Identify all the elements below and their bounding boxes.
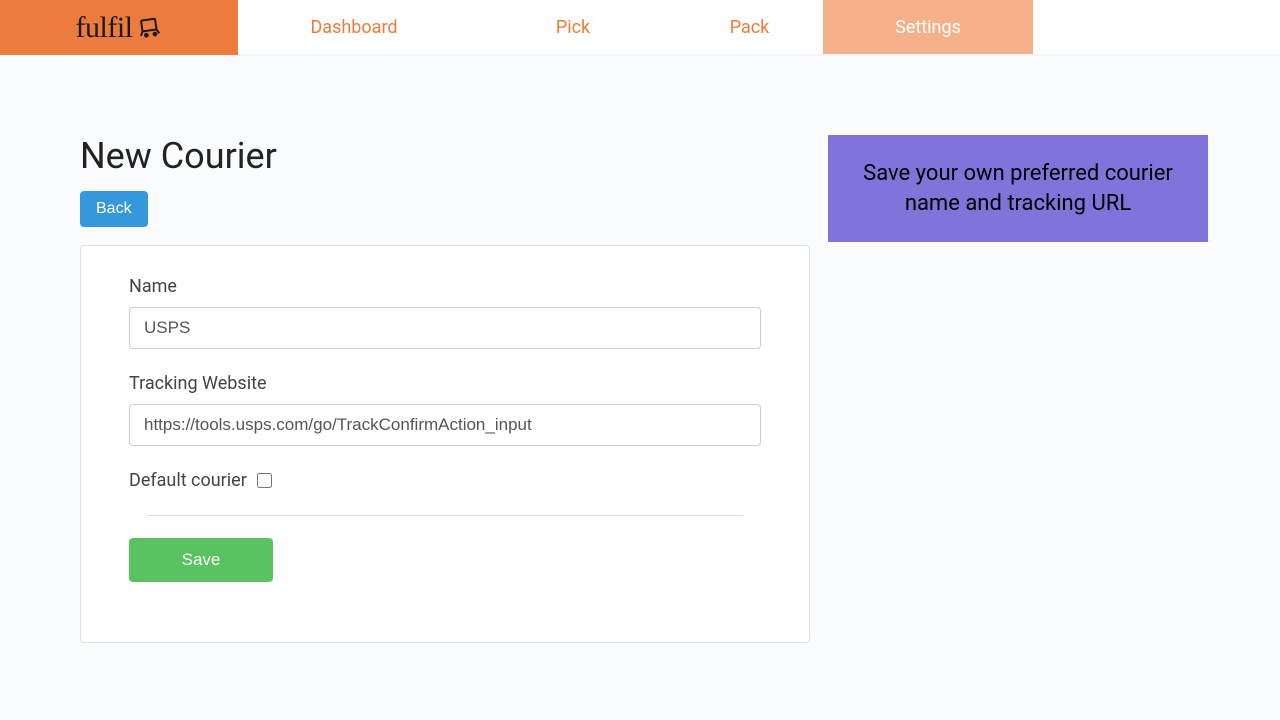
- back-button[interactable]: Back: [80, 191, 148, 227]
- nav-dashboard-label: Dashboard: [310, 17, 397, 38]
- nav-settings[interactable]: Settings: [823, 0, 1033, 54]
- main-column: New Courier Back Name Tracking Website D…: [80, 135, 810, 643]
- form-divider: [147, 515, 743, 516]
- nav-pick[interactable]: Pick: [470, 0, 676, 54]
- nav-pack[interactable]: Pack: [676, 0, 823, 54]
- page-title: New Courier: [80, 135, 810, 177]
- nav-settings-label: Settings: [895, 17, 961, 38]
- nav-dashboard[interactable]: Dashboard: [238, 0, 470, 54]
- top-nav: fulfil Dashboard Pick Pack Settings: [0, 0, 1280, 55]
- help-panel: Save your own preferred courier name and…: [828, 135, 1208, 242]
- tracking-label: Tracking Website: [129, 373, 761, 394]
- default-courier-checkbox[interactable]: [257, 473, 272, 488]
- name-label: Name: [129, 276, 761, 297]
- cart-icon: [134, 11, 164, 48]
- side-column: Save your own preferred courier name and…: [828, 135, 1208, 643]
- tracking-input[interactable]: [129, 404, 761, 446]
- name-input[interactable]: [129, 307, 761, 349]
- brand-text: fulfil: [76, 11, 133, 45]
- brand-logo: fulfil: [0, 0, 238, 55]
- save-button[interactable]: Save: [129, 538, 273, 582]
- page-content: New Courier Back Name Tracking Website D…: [0, 55, 1280, 683]
- nav-pick-label: Pick: [556, 17, 590, 38]
- courier-form-card: Name Tracking Website Default courier Sa…: [80, 245, 810, 643]
- default-courier-row: Default courier: [129, 470, 761, 491]
- nav-pack-label: Pack: [730, 17, 770, 38]
- default-courier-label: Default courier: [129, 470, 247, 491]
